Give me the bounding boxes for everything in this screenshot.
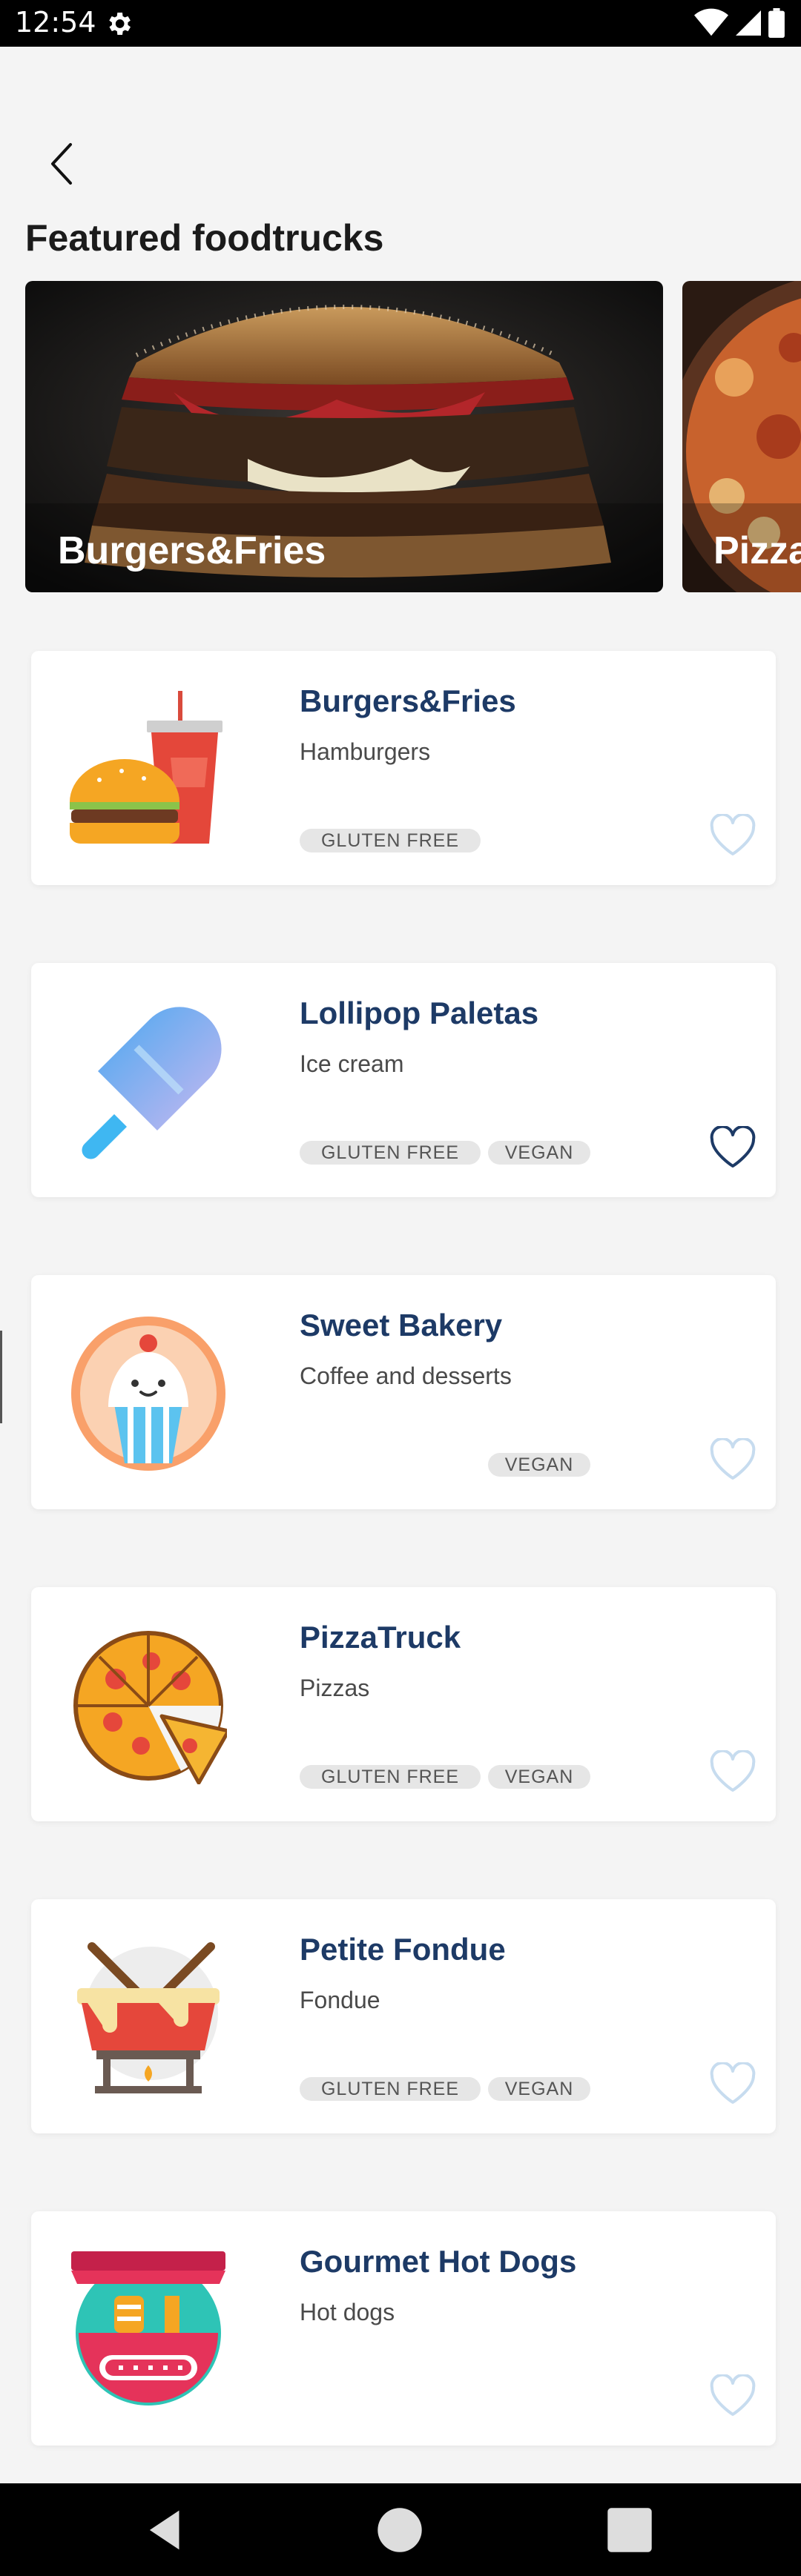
tag-vegan: VEGAN xyxy=(488,1453,590,1477)
truck-card-lollipop-paletas[interactable]: Lollipop Paletas Ice cream GLUTEN FREE V… xyxy=(31,963,776,1197)
nav-back-icon[interactable] xyxy=(142,2506,191,2555)
featured-label: Burgers&Fries xyxy=(58,529,326,572)
featured-card-burgers[interactable]: Burgers&Fries xyxy=(25,281,663,592)
truck-card-burgers-fries[interactable]: Burgers&Fries Hamburgers GLUTEN FREE xyxy=(31,651,776,885)
gear-icon xyxy=(109,13,131,35)
system-nav-bar xyxy=(0,2483,801,2576)
nav-home-icon[interactable] xyxy=(375,2506,424,2555)
signal-icon xyxy=(736,10,761,36)
status-icons xyxy=(694,7,785,39)
heart-icon[interactable] xyxy=(709,1126,756,1171)
truck-name: PizzaTruck xyxy=(300,1620,461,1655)
truck-type: Hamburgers xyxy=(300,738,431,765)
page-title: Featured foodtrucks xyxy=(25,217,384,259)
featured-card-pizza[interactable]: Pizza xyxy=(682,281,801,592)
edge-indicator xyxy=(0,1331,2,1423)
featured-carousel[interactable]: Burgers&Fries Pizza xyxy=(25,281,801,592)
cupcake-icon xyxy=(71,1317,225,1471)
truck-card-pizzatruck[interactable]: PizzaTruck Pizzas GLUTEN FREE VEGAN xyxy=(31,1587,776,1821)
truck-type: Coffee and desserts xyxy=(300,1363,512,1389)
tag-vegan: VEGAN xyxy=(488,2077,590,2101)
truck-type: Pizzas xyxy=(300,1675,370,1701)
nav-recents-icon[interactable] xyxy=(605,2506,654,2555)
heart-icon[interactable] xyxy=(709,2374,756,2419)
truck-name: Burgers&Fries xyxy=(300,683,516,718)
wifi-icon xyxy=(694,8,728,36)
truck-name: Petite Fondue xyxy=(300,1932,506,1967)
truck-card-sweet-bakery[interactable]: Sweet Bakery Coffee and desserts VEGAN xyxy=(31,1275,776,1509)
truck-name: Lollipop Paletas xyxy=(300,996,539,1030)
tag-gluten-free: GLUTEN FREE xyxy=(300,1141,481,1165)
back-button[interactable] xyxy=(39,139,83,188)
truck-name: Sweet Bakery xyxy=(300,1308,503,1342)
burger-soda-icon xyxy=(70,691,222,844)
tag-gluten-free: GLUTEN FREE xyxy=(300,1765,481,1789)
featured-label: Pizza xyxy=(713,529,801,572)
truck-type: Ice cream xyxy=(300,1050,404,1077)
tag-vegan: VEGAN xyxy=(488,1765,590,1789)
heart-icon[interactable] xyxy=(709,814,756,858)
truck-type: Hot dogs xyxy=(300,2299,395,2325)
fondue-icon xyxy=(77,1942,220,2093)
battery-icon xyxy=(768,8,785,38)
heart-icon[interactable] xyxy=(709,1750,756,1795)
truck-card-gourmet-hot-dogs[interactable]: Gourmet Hot Dogs Hot dogs xyxy=(31,2211,776,2446)
pizza-icon xyxy=(73,1631,227,1784)
status-time: 12:54 xyxy=(15,6,96,39)
truck-name: Gourmet Hot Dogs xyxy=(300,2244,577,2279)
status-bar: 12:54 xyxy=(0,0,801,47)
tag-gluten-free: GLUTEN FREE xyxy=(300,2077,481,2101)
chevron-left-icon xyxy=(51,143,72,185)
hotdog-stand-icon xyxy=(71,2251,225,2406)
tag-gluten-free: GLUTEN FREE xyxy=(300,829,481,852)
truck-card-petite-fondue[interactable]: Petite Fondue Fondue GLUTEN FREE VEGAN xyxy=(31,1899,776,2133)
popsicle-icon xyxy=(82,1007,222,1159)
heart-icon[interactable] xyxy=(709,1438,756,1483)
heart-icon[interactable] xyxy=(709,2062,756,2107)
tag-vegan: VEGAN xyxy=(488,1141,590,1165)
truck-type: Fondue xyxy=(300,1987,380,2013)
